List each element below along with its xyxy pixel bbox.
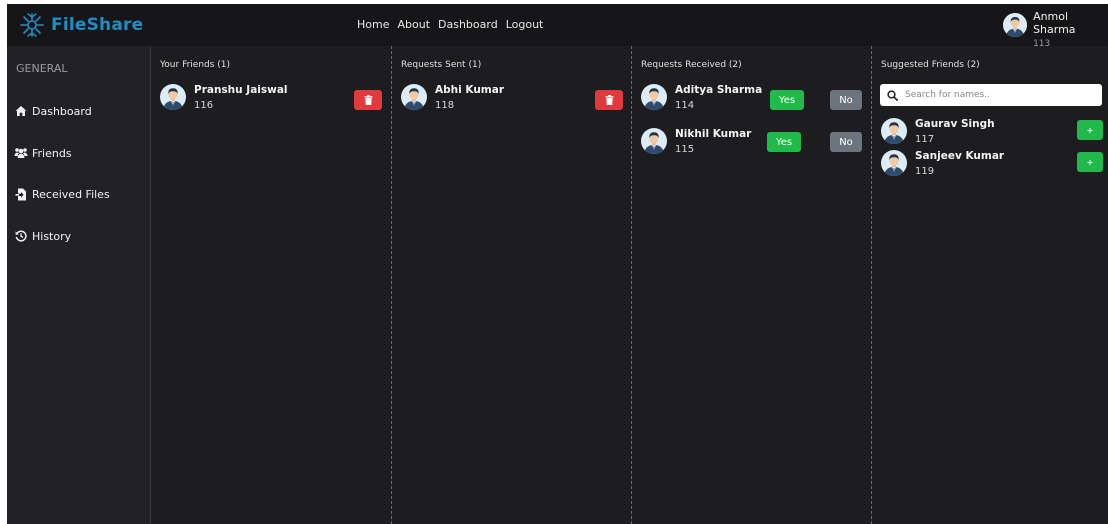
suggested-friends-column: Suggested Friends (2) Gaurav Singh 117 +… <box>872 46 1108 524</box>
sidebar-item-history[interactable]: History <box>14 229 71 243</box>
file-import-icon <box>14 187 28 201</box>
sidebar-item-label: Friends <box>32 146 72 160</box>
current-user[interactable]: Anmol Sharma 113 <box>1003 10 1108 49</box>
suggested-friend-item: Sanjeev Kumar 119 <box>881 150 1004 177</box>
sidebar-item-label: Dashboard <box>32 104 92 118</box>
remove-friend-button[interactable] <box>354 90 382 110</box>
avatar <box>641 84 667 110</box>
sidebar: GENERAL Dashboard Friends Received Files… <box>7 46 151 524</box>
requests-received-title: Requests Received (2) <box>641 60 742 70</box>
history-icon <box>14 229 28 243</box>
sidebar-item-friends[interactable]: Friends <box>14 146 72 160</box>
top-navbar: FileShare Home About Dashboard Logout An… <box>7 4 1108 49</box>
person-name: Sanjeev Kumar <box>915 150 1005 162</box>
user-name: Anmol Sharma <box>1033 10 1076 36</box>
cancel-request-button[interactable] <box>595 90 623 110</box>
received-request-item: Nikhil Kumar 115 <box>641 128 751 155</box>
person-name: Gaurav Singh <box>915 118 995 130</box>
search-input[interactable] <box>905 90 1095 100</box>
person-name: Abhi Kumar <box>435 84 505 96</box>
person-name: Pranshu Jaiswal <box>194 84 288 96</box>
main-nav: Home About Dashboard Logout <box>357 18 551 31</box>
nav-about[interactable]: About <box>397 18 430 31</box>
friends-column: Your Friends (1) Pranshu Jaiswal 116 <box>151 46 391 524</box>
avatar <box>881 150 907 176</box>
suggested-friends-title: Suggested Friends (2) <box>881 60 980 70</box>
person-id: 117 <box>915 134 935 145</box>
sidebar-item-dashboard[interactable]: Dashboard <box>14 104 92 118</box>
sidebar-heading: GENERAL <box>16 62 68 75</box>
person-id: 116 <box>194 100 214 111</box>
friend-item: Pranshu Jaiswal 116 <box>160 84 288 111</box>
trash-icon <box>605 95 613 105</box>
requests-sent-title: Requests Sent (1) <box>401 60 482 70</box>
accept-request-button[interactable]: Yes <box>767 132 801 152</box>
sent-request-item: Abhi Kumar 118 <box>401 84 504 111</box>
avatar <box>641 128 667 154</box>
nav-dashboard[interactable]: Dashboard <box>438 18 498 31</box>
person-id: 119 <box>915 166 935 177</box>
sidebar-item-label: Received Files <box>32 187 110 201</box>
requests-sent-column: Requests Sent (1) Abhi Kumar 118 <box>392 46 631 524</box>
app-window: FileShare Home About Dashboard Logout An… <box>7 4 1108 524</box>
person-id: 115 <box>675 144 695 155</box>
trash-icon <box>364 95 372 105</box>
nav-logout[interactable]: Logout <box>506 18 544 31</box>
friends-title: Your Friends (1) <box>160 60 231 70</box>
requests-received-column: Requests Received (2) Aditya Sharma 114 … <box>632 46 871 524</box>
accept-request-button[interactable]: Yes <box>770 90 804 110</box>
sidebar-item-received-files[interactable]: Received Files <box>14 187 110 201</box>
person-id: 114 <box>675 100 695 111</box>
fileshare-logo-icon <box>20 13 44 37</box>
brand-name: FileShare <box>51 15 144 35</box>
reject-request-button[interactable]: No <box>830 132 862 152</box>
brand[interactable]: FileShare <box>19 12 143 38</box>
add-friend-button[interactable]: + <box>1077 120 1103 140</box>
person-name: Nikhil Kumar <box>675 128 752 140</box>
reject-request-button[interactable]: No <box>830 90 862 110</box>
home-icon <box>14 104 28 118</box>
person-name: Aditya Sharma <box>675 84 763 96</box>
avatar <box>160 84 186 110</box>
avatar <box>1003 12 1027 38</box>
suggested-friend-item: Gaurav Singh 117 <box>881 118 995 145</box>
search-box <box>880 84 1102 106</box>
person-id: 118 <box>435 100 455 111</box>
add-friend-button[interactable]: + <box>1077 152 1103 172</box>
avatar <box>881 118 907 144</box>
nav-home[interactable]: Home <box>357 18 389 31</box>
search-icon <box>887 89 898 101</box>
users-icon <box>14 146 28 160</box>
received-request-item: Aditya Sharma 114 <box>641 84 762 111</box>
avatar <box>401 84 427 110</box>
sidebar-item-label: History <box>32 229 72 243</box>
